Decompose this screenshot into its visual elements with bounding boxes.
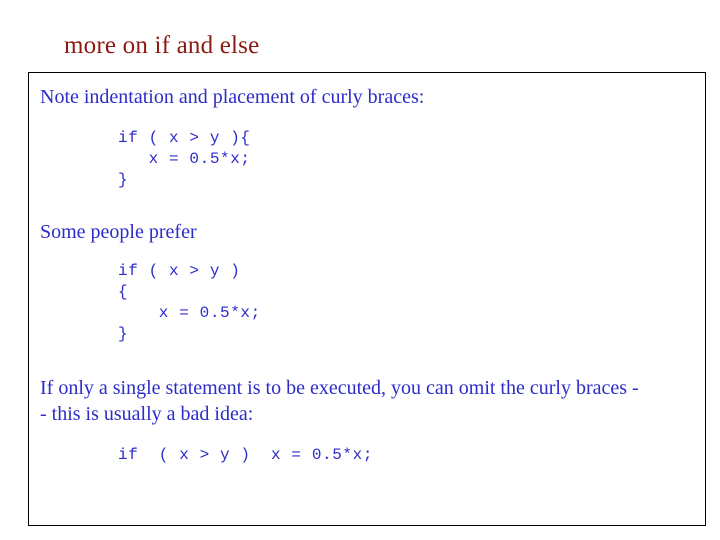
slide-body: Note indentation and placement of curly …	[40, 80, 688, 466]
code-block-braces-same-line: if ( x > y ){ x = 0.5*x; }	[118, 129, 251, 189]
code-block-braces-next-line: if ( x > y ) { x = 0.5*x; }	[118, 262, 261, 343]
top-divider	[28, 72, 706, 73]
left-border	[28, 72, 29, 526]
page-title: more on if and else	[64, 32, 260, 59]
slide: more on if and else Note indentation and…	[0, 0, 720, 540]
code-block-no-braces: if ( x > y ) x = 0.5*x;	[118, 446, 374, 464]
paragraph-note-indentation: Note indentation and placement of curly …	[40, 86, 425, 108]
bottom-divider	[28, 525, 706, 526]
paragraph-single-statement: If only a single statement is to be exec…	[40, 377, 639, 425]
paragraph-some-people-prefer: Some people prefer	[40, 221, 197, 243]
right-border	[705, 72, 706, 526]
